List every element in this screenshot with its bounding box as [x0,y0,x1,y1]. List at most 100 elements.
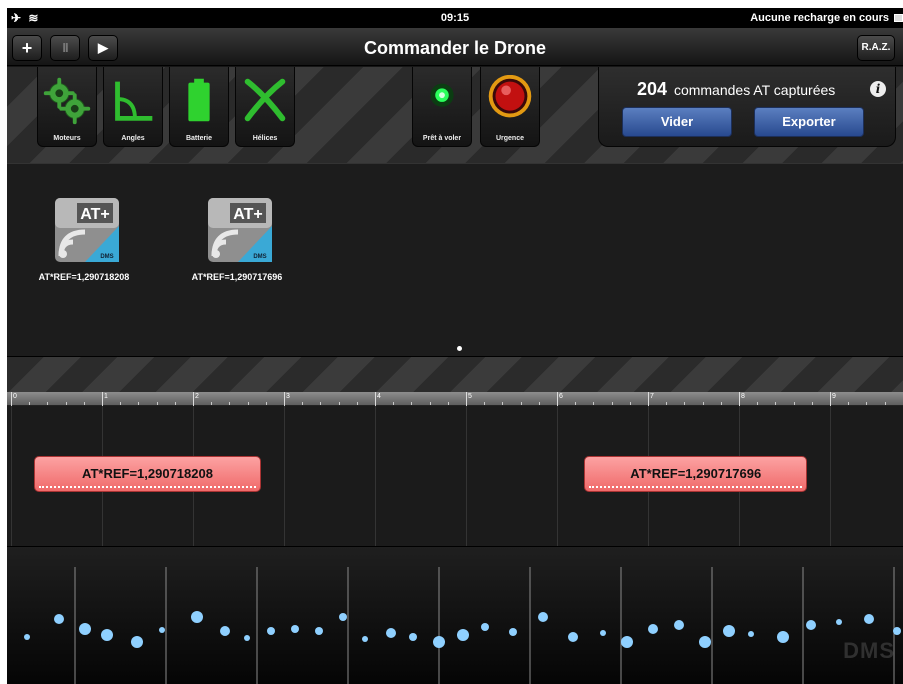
visualizer-dot [509,628,517,636]
ruler-minor-tick [720,402,722,405]
ruler-minor-tick [356,402,358,405]
signal-visualizer: DMS [7,546,903,684]
visualizer-dot [101,629,113,641]
tool-angles[interactable]: Angles [103,67,163,147]
capture-count: 204 commandes AT capturées [637,79,835,100]
battery-icon [188,78,210,122]
visualizer-dot [836,619,842,625]
ready-light-icon [430,83,454,107]
timeline-track[interactable]: AT*REF=1,290718208 AT*REF=1,290717696 [7,406,903,546]
ruler-minor-tick [775,402,777,405]
visualizer-dot [806,620,816,630]
visualizer-dot [600,630,606,636]
ruler-major-tick [466,392,467,406]
page-indicator[interactable] [457,346,462,351]
visualizer-dot [568,632,578,642]
tool-ready-to-fly[interactable]: Prêt à voler [412,67,472,147]
timeline-event-label: AT*REF=1,290718208 [82,466,213,481]
at-badge: AT+ [80,206,109,223]
info-icon[interactable]: i [870,81,886,97]
at-command-icon: AT+ DMS [55,198,119,262]
ruler-major-tick [648,392,649,406]
ruler-minor-tick [29,402,31,405]
timeline-gridline [284,406,285,546]
timeline-ruler[interactable]: 0 1 2 3 4 5 6 7 8 9 [7,392,903,406]
ruler-minor-tick [302,402,304,405]
ruler-minor-tick [265,402,267,405]
timeline-gridline [375,406,376,546]
navigation-bar: + II ▶ Commander le Drone R.A.Z. [7,28,903,66]
tool-label: Moteurs [53,135,81,142]
visualizer-dot [621,636,633,648]
dms-logo: DMS [843,638,895,663]
tool-label: Hélices [252,135,278,142]
ruler-tick-label: 0 [13,393,17,400]
tool-motors[interactable]: Moteurs [37,67,97,147]
command-label: AT*REF=1,290718208 [38,272,130,282]
visualizer-dot [79,623,91,635]
capture-count-value: 204 [637,79,668,99]
ruler-minor-tick [866,402,868,405]
ruler-minor-tick [684,402,686,405]
ruler-tick-label: 3 [286,393,290,400]
tool-propellers[interactable]: Hélices [235,67,295,147]
export-button[interactable]: Exporter [754,107,864,137]
ruler-minor-tick [666,402,668,405]
timeline-event[interactable]: AT*REF=1,290717696 [584,456,808,492]
tool-label: Batterie [185,135,213,142]
ruler-minor-tick [629,402,631,405]
tool-label: Angles [121,135,145,142]
ruler-minor-tick [702,402,704,405]
ruler-tick-label: 9 [832,393,836,400]
visualizer-dot [648,624,658,634]
command-item[interactable]: AT+ DMS AT*REF=1,290718208 [19,198,149,298]
ruler-tick-label: 4 [377,393,381,400]
visualizer-dot [24,634,30,640]
capture-panel: 204 commandes AT capturées i Vider Expor… [598,67,896,147]
angle-icon [115,81,153,121]
app-screen: ✈ ≋ 09:15 Aucune recharge en cours + II … [7,8,903,684]
visualizer-dot [674,620,684,630]
ruler-minor-tick [848,402,850,405]
ruler-minor-tick [247,402,249,405]
captured-commands: AT+ DMS AT*REF=1,290718208 AT+ DMS AT*RE… [7,163,903,356]
tool-battery[interactable]: Batterie [169,67,229,147]
tool-label: Prêt à voler [422,135,462,142]
visualizer-dot [409,633,417,641]
ruler-minor-tick [429,402,431,405]
visualizer-dot [315,627,323,635]
page-title: Commander le Drone [363,38,547,58]
clear-button[interactable]: Vider [622,107,732,137]
command-toolbar: Moteurs Angles Batterie Hélices Prêt à v… [7,67,903,163]
timeline-gridline [466,406,467,546]
command-item[interactable]: AT+ DMS AT*REF=1,290717696 [172,198,302,298]
ruler-minor-tick [229,402,231,405]
reset-button[interactable]: R.A.Z. [857,35,895,61]
ruler-major-tick [102,392,103,406]
timeline-gridline [11,406,12,546]
ruler-minor-tick [320,402,322,405]
ruler-minor-tick [393,402,395,405]
ruler-major-tick [284,392,285,406]
tool-emergency[interactable]: Urgence [480,67,540,147]
timeline-event-label: AT*REF=1,290717696 [630,466,762,481]
ruler-minor-tick [83,402,85,405]
visualizer-dot [291,625,299,633]
ruler-major-tick [739,392,740,406]
timeline-event[interactable]: AT*REF=1,290718208 [33,456,262,492]
visualizer-dot [339,613,347,621]
visualizer-canvas [24,567,901,684]
ruler-minor-tick [138,402,140,405]
ruler-major-tick [375,392,376,406]
visualizer-dot [457,629,469,641]
visualizer-dot [159,627,165,633]
ruler-minor-tick [447,402,449,405]
ruler-major-tick [830,392,831,406]
ruler-minor-tick [793,402,795,405]
brand-mark: DMS [100,254,113,260]
visualizer-dot [538,612,548,622]
event-dotted-edge [38,486,257,488]
visualizer-dot [893,627,901,635]
visualizer-dot [386,628,396,638]
visualizer-dot [220,626,230,636]
